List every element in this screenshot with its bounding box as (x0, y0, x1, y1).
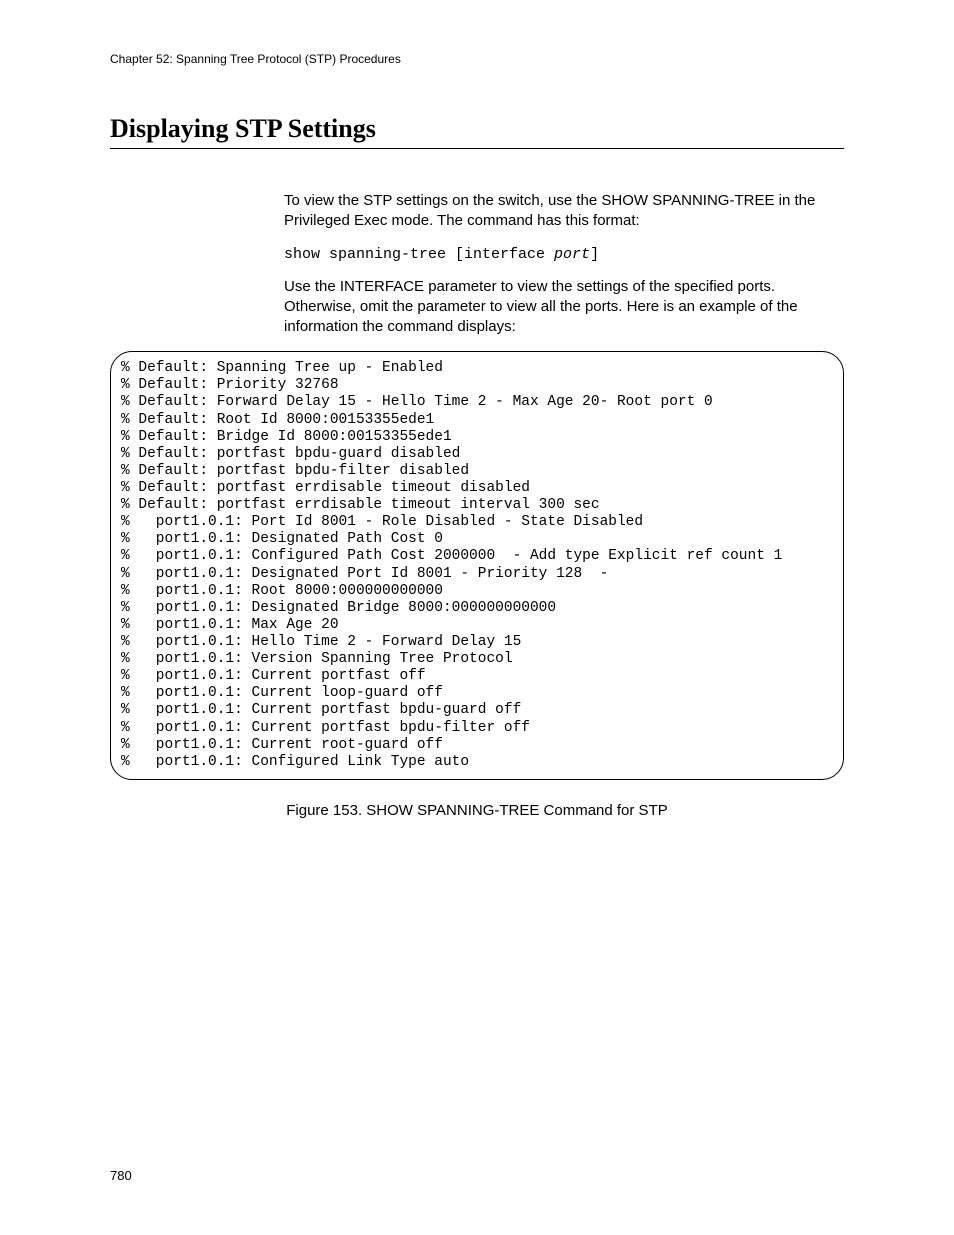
syntax-text: show spanning-tree [interface (284, 246, 554, 263)
syntax-tail: ] (590, 246, 599, 263)
intro-paragraph-2: Use the INTERFACE parameter to view the … (284, 277, 844, 338)
running-head: Chapter 52: Spanning Tree Protocol (STP)… (110, 52, 844, 66)
page: Chapter 52: Spanning Tree Protocol (STP)… (0, 0, 954, 1235)
figure-caption: Figure 153. SHOW SPANNING-TREE Command f… (110, 802, 844, 819)
command-syntax: show spanning-tree [interface port] (284, 246, 844, 263)
page-number: 780 (110, 1168, 132, 1183)
command-output-box: % Default: Spanning Tree up - Enabled % … (110, 351, 844, 780)
intro-paragraph-1: To view the STP settings on the switch, … (284, 191, 844, 232)
section-title: Displaying STP Settings (110, 114, 844, 149)
body-column: To view the STP settings on the switch, … (284, 191, 844, 337)
syntax-port-param: port (554, 246, 590, 263)
